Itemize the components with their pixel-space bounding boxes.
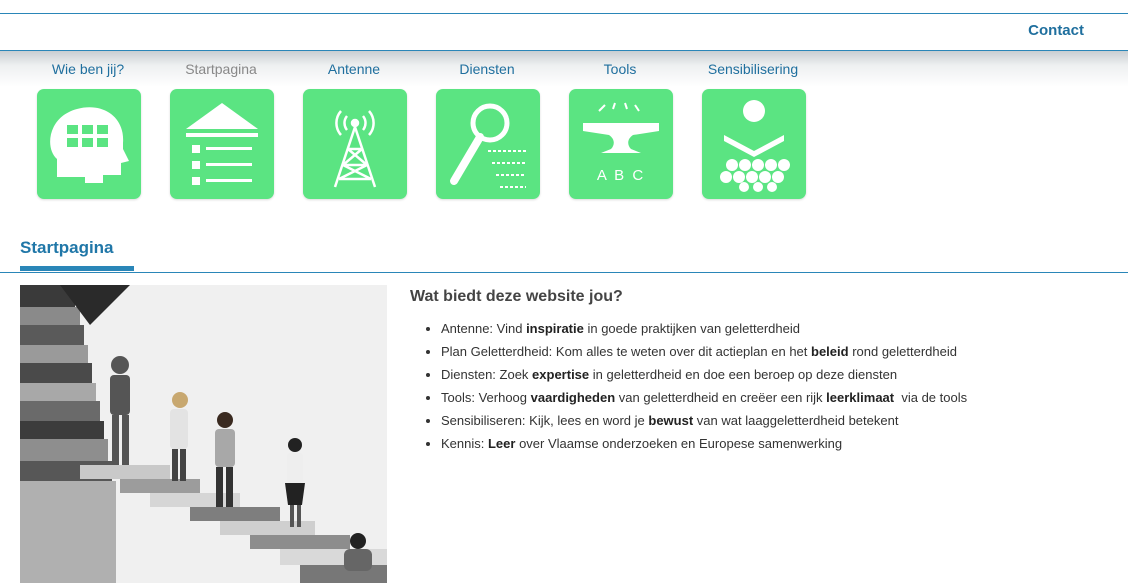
section-title-underline	[20, 266, 134, 271]
nav-item-diensten[interactable]: Diensten	[435, 60, 540, 199]
nav-item-label: Diensten	[459, 61, 515, 77]
section-title: Startpagina	[20, 238, 114, 257]
list-item-text: Diensten: Zoek	[441, 367, 533, 382]
staircase-readers-photo	[20, 285, 387, 583]
people-group-icon[interactable]	[702, 89, 806, 199]
main-heading: Wat biedt deze website jou?	[410, 288, 623, 305]
list-item-text: van geletterdheid en creëer een rijk	[615, 390, 827, 405]
list-item-emphasis: bewust	[648, 413, 694, 428]
contact-link[interactable]: Contact	[1028, 22, 1084, 39]
antenna-tower-icon[interactable]	[303, 89, 407, 199]
list-item-emphasis: inspiratie	[526, 321, 584, 336]
list-item-text: via de tools	[894, 390, 968, 405]
tile-letters: A B C	[596, 167, 646, 184]
list-item: Plan Geletterdheid: Kom alles te weten o…	[441, 343, 1110, 361]
list-item: Tools: Verhoog vaardigheden van geletter…	[441, 389, 1110, 407]
magnifier-list-icon[interactable]	[436, 89, 540, 199]
list-item-emphasis: beleid	[811, 344, 849, 359]
list-item-text: Tools: Verhoog	[441, 390, 531, 405]
nav-item-label: Tools	[603, 61, 637, 77]
nav-item-startpagina[interactable]: Startpagina	[169, 60, 274, 199]
list-item-emphasis: vaardigheden	[530, 390, 616, 405]
main-nav: Wie ben jij? Startpagina Antenne Dienste…	[36, 60, 836, 205]
list-item-text: Plan Geletterdheid: Kom alles te weten o…	[441, 344, 811, 359]
list-item: Kennis: Leer over Vlaamse onderzoeken en…	[441, 435, 1110, 453]
nav-item-label: Wie ben jij?	[51, 61, 125, 77]
list-item-text: Kennis:	[441, 436, 488, 451]
nav-item-label: Antenne	[327, 61, 381, 77]
list-item-text: in goede praktijken van geletterdheid	[583, 321, 800, 336]
feature-list: Antenne: Vind inspiratie in goede prakti…	[410, 320, 1110, 453]
head-grid-icon[interactable]	[37, 89, 141, 199]
list-item-emphasis: Leer	[487, 436, 516, 451]
nav-item-antenne[interactable]: Antenne	[302, 60, 407, 199]
nav-item-label: Sensibilisering	[707, 61, 799, 77]
header-top-line	[0, 13, 1128, 14]
home-list-icon[interactable]	[170, 89, 274, 199]
nav-item-wie-ben-jij[interactable]: Wie ben jij?	[36, 60, 141, 199]
nav-item-tools[interactable]: Tools A B C	[568, 60, 673, 199]
list-item-text: rond geletterdheid	[848, 344, 957, 359]
list-item: Sensibiliseren: Kijk, lees en word je be…	[441, 412, 1110, 430]
list-item-text: Antenne: Vind	[441, 321, 527, 336]
list-item-text: Sensibiliseren: Kijk, lees en word je	[441, 413, 649, 428]
list-item: Antenne: Vind inspiratie in goede prakti…	[441, 320, 1110, 338]
nav-item-label: Startpagina	[185, 61, 257, 77]
list-item-emphasis: expertise	[532, 367, 590, 382]
main-content: Wat biedt deze website jou? Antenne: Vin…	[410, 288, 1110, 458]
list-item-text: van wat laaggeletterdheid betekent	[693, 413, 899, 428]
list-item-emphasis: leerklimaat	[826, 390, 895, 405]
section-divider	[0, 272, 1128, 273]
list-item: Diensten: Zoek expertise in geletterdhei…	[441, 366, 1110, 384]
anvil-abc-icon[interactable]: A B C	[569, 89, 673, 199]
list-item-text: in geletterdheid en doe een beroep op de…	[589, 367, 898, 382]
list-item-text: over Vlaamse onderzoeken en Europese sam…	[515, 436, 843, 451]
nav-item-sensibilisering[interactable]: Sensibilisering	[701, 60, 806, 199]
